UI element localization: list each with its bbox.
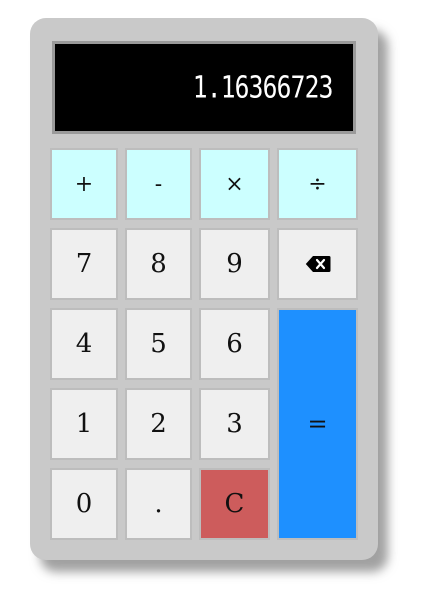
calculator-display: 1.16366723	[52, 41, 356, 134]
backspace-icon	[305, 256, 330, 272]
calculator: 1.16366723 + - × ÷ 7 8 9 4 5 6 = 1 2 3 0…	[30, 18, 378, 560]
digit-3-button[interactable]: 3	[199, 388, 270, 460]
decimal-button[interactable]: .	[125, 468, 192, 540]
divide-button[interactable]: ÷	[277, 148, 358, 220]
digit-1-button[interactable]: 1	[50, 388, 118, 460]
digit-5-button[interactable]: 5	[125, 308, 192, 380]
add-button[interactable]: +	[50, 148, 118, 220]
display-value: 1.16366723	[193, 70, 334, 105]
subtract-button[interactable]: -	[125, 148, 192, 220]
digit-8-button[interactable]: 8	[125, 228, 192, 300]
clear-button[interactable]: C	[199, 468, 270, 540]
backspace-button[interactable]	[277, 228, 358, 300]
digit-7-button[interactable]: 7	[50, 228, 118, 300]
digit-9-button[interactable]: 9	[199, 228, 270, 300]
digit-2-button[interactable]: 2	[125, 388, 192, 460]
multiply-button[interactable]: ×	[199, 148, 270, 220]
digit-6-button[interactable]: 6	[199, 308, 270, 380]
digit-4-button[interactable]: 4	[50, 308, 118, 380]
equals-button[interactable]: =	[277, 308, 358, 540]
digit-0-button[interactable]: 0	[50, 468, 118, 540]
